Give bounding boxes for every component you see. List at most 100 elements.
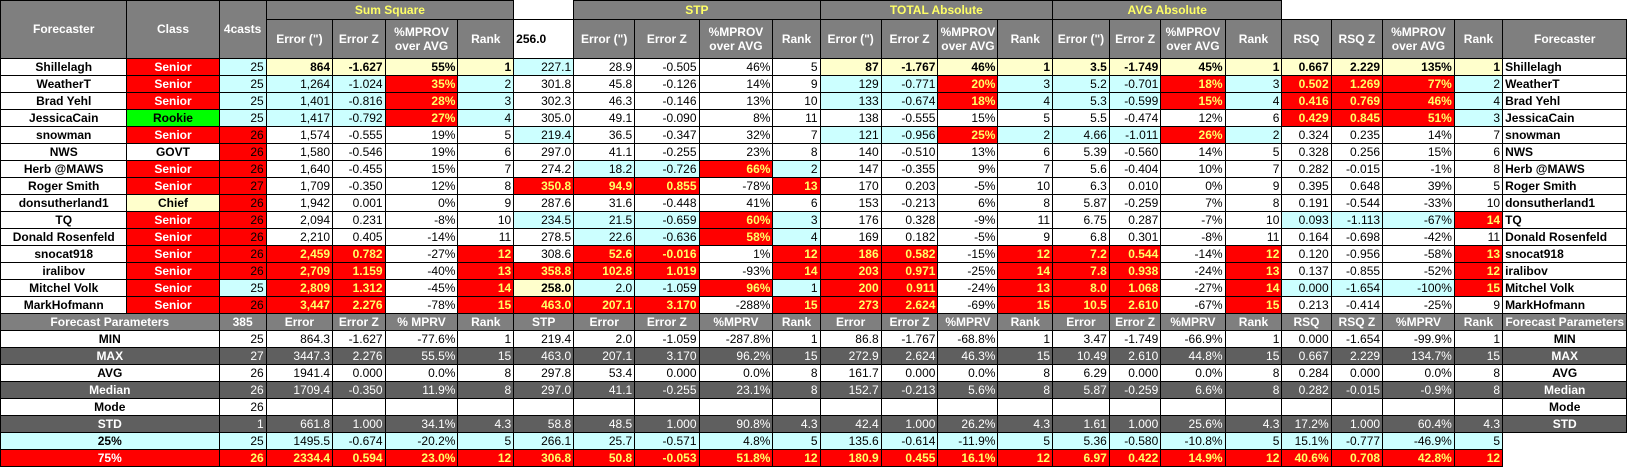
data-cell: -0.555	[880, 109, 939, 127]
data-cell: 0.010	[1108, 177, 1162, 195]
parameters-header-cell: Forecast Parameters	[1502, 313, 1628, 331]
data-cell: 0.231	[332, 211, 386, 229]
stat-cell: -0.614	[880, 432, 939, 450]
data-cell: 2,709	[265, 262, 334, 280]
data-cell: 4	[1224, 92, 1283, 110]
forecaster-name: TQ	[0, 211, 128, 229]
parameters-header-cell: Rank	[772, 313, 821, 331]
blank-cell	[1626, 330, 1642, 348]
blank-cell	[1626, 296, 1642, 314]
data-cell: 25	[218, 279, 267, 297]
data-cell: 8	[1453, 160, 1504, 178]
data-cell: -1.654	[1330, 279, 1384, 297]
stat-cell: 15	[997, 347, 1054, 365]
stat-cell: 6.6%	[1160, 381, 1226, 399]
data-cell: 32%	[698, 126, 774, 144]
stat-cell: -0.777	[1330, 432, 1384, 450]
stat-cell: 0.422	[1108, 449, 1162, 467]
stat-cell: -0.213	[880, 381, 939, 399]
data-cell: 0.769	[1330, 92, 1384, 110]
col-mprov: %MPROV over AVG	[1382, 19, 1455, 59]
data-cell: 26	[218, 160, 267, 178]
stat-cell: 0.000	[1108, 364, 1162, 382]
stat-cell: 8	[772, 381, 821, 399]
col-mprov: %MPROV over AVG	[937, 19, 999, 59]
stat-cell	[698, 398, 774, 416]
stat-cell: 50.8	[573, 449, 636, 467]
stat-cell: 152.7	[819, 381, 882, 399]
col-rank: Rank	[997, 19, 1054, 59]
stat-cell: 17.2%	[1281, 415, 1332, 433]
data-cell: 1,580	[265, 143, 334, 161]
stat-cell: 297.8	[513, 364, 575, 382]
stat-cell: -0.255	[634, 381, 700, 399]
table-row: Roger Smith Senior 27 1,709 -0.350 12% 8 350.8 9…	[0, 177, 1642, 195]
data-cell: -0.659	[634, 211, 700, 229]
data-cell: -27%	[1160, 279, 1226, 297]
data-cell: -0.146	[634, 92, 700, 110]
data-cell: 14	[457, 279, 515, 297]
parameters-header-cell: Error	[819, 313, 882, 331]
stat-cell: 10.49	[1052, 347, 1110, 365]
stat-label: STD	[0, 415, 220, 433]
stat-cell: 2.624	[880, 347, 939, 365]
stat-label: Mode	[0, 398, 220, 416]
table-row: Shillelagh Senior 25 864 -1.627 55% 1 227.1 28.9…	[0, 58, 1642, 76]
data-cell: 2.276	[332, 296, 386, 314]
data-cell: -42%	[1382, 228, 1455, 246]
data-cell: 26	[218, 245, 267, 263]
data-cell: 0.120	[1281, 245, 1332, 263]
stat-cell	[513, 398, 575, 416]
forecaster-class: Senior	[126, 160, 220, 178]
blank-cell	[1626, 398, 1642, 416]
data-cell: -0.347	[634, 126, 700, 144]
data-cell: 58%	[698, 228, 774, 246]
stat-cell: 0.000	[1330, 364, 1384, 382]
data-cell: -0.505	[634, 58, 700, 76]
data-cell: 27%	[384, 109, 459, 127]
data-cell: 0.429	[1281, 109, 1332, 127]
col-error-z: Error Z	[332, 19, 386, 59]
data-cell: 55%	[384, 58, 459, 76]
stat-cell: 1709.4	[265, 381, 334, 399]
table-row: JessicaCain Rookie 25 1,417 -0.792 27% 4 305.0 4…	[0, 109, 1642, 127]
data-cell: 1	[772, 279, 821, 297]
data-cell: 26	[218, 143, 267, 161]
forecaster-name-right: WeatherT	[1502, 75, 1628, 93]
data-cell: 0.328	[1281, 143, 1332, 161]
group-sum-square: Sum Square	[265, 0, 515, 20]
stat-cell: -1.059	[634, 330, 700, 348]
data-cell: 14	[997, 262, 1054, 280]
stat-cell: 11.9%	[384, 381, 459, 399]
data-cell: 203	[819, 262, 882, 280]
data-cell: -0.726	[634, 160, 700, 178]
data-cell: 27	[218, 177, 267, 195]
data-cell: 41%	[698, 194, 774, 212]
stat-cell: 0.0%	[1160, 364, 1226, 382]
stat-cell: 0.0%	[937, 364, 999, 382]
stat-cell: -287.8%	[698, 330, 774, 348]
data-cell: 0.203	[880, 177, 939, 195]
stat-label: Median	[0, 381, 220, 399]
stat-cell: 5	[1224, 432, 1283, 450]
data-cell: -8%	[1160, 228, 1226, 246]
data-cell: -0.255	[634, 143, 700, 161]
stat-cell: 27	[218, 347, 267, 365]
blank-cell	[1626, 92, 1642, 110]
stat-cell: 96.2%	[698, 347, 774, 365]
stat-cell: 2.0	[573, 330, 636, 348]
stat-cell: 8	[997, 364, 1054, 382]
table-row: Mitchel Volk Senior 25 2,809 1.312 -45% 14 258.…	[0, 279, 1642, 297]
data-cell: 21.5	[573, 211, 636, 229]
data-cell: 6	[1224, 109, 1283, 127]
data-cell: 60%	[698, 211, 774, 229]
data-cell: 305.0	[513, 109, 575, 127]
forecaster-name: Donald Rosenfeld	[0, 228, 128, 246]
stat-cell: 1.000	[332, 415, 386, 433]
stat-cell: -10.8%	[1160, 432, 1226, 450]
data-cell: 308.6	[513, 245, 575, 263]
forecaster-name-right: Shillelagh	[1502, 58, 1628, 76]
stat-cell: 60.4%	[1382, 415, 1455, 433]
stat-cell: 1.000	[880, 415, 939, 433]
stat-cell: 0.0%	[1382, 364, 1455, 382]
